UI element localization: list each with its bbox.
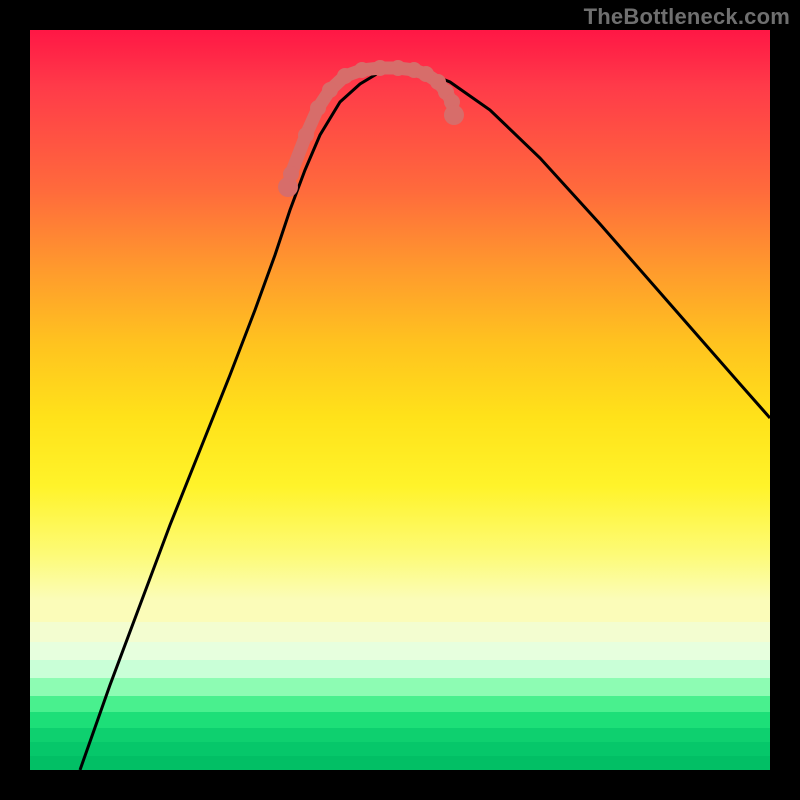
bottleneck-curve <box>80 68 770 770</box>
highlight-dot <box>298 127 314 143</box>
highlight-dot <box>337 68 353 84</box>
highlight-dot <box>310 100 326 116</box>
watermark-text: TheBottleneck.com <box>584 4 790 30</box>
highlight-dot <box>354 62 370 78</box>
highlight-dot <box>444 105 464 125</box>
highlight-dot <box>372 60 388 76</box>
highlight-stroke <box>288 68 454 187</box>
highlight-dot <box>322 82 338 98</box>
highlight-dot <box>390 60 406 76</box>
plot-area <box>30 30 770 770</box>
chart-svg <box>30 30 770 770</box>
outer-frame: TheBottleneck.com <box>0 0 800 800</box>
highlight-markers <box>278 60 464 197</box>
highlight-dot <box>283 166 299 182</box>
